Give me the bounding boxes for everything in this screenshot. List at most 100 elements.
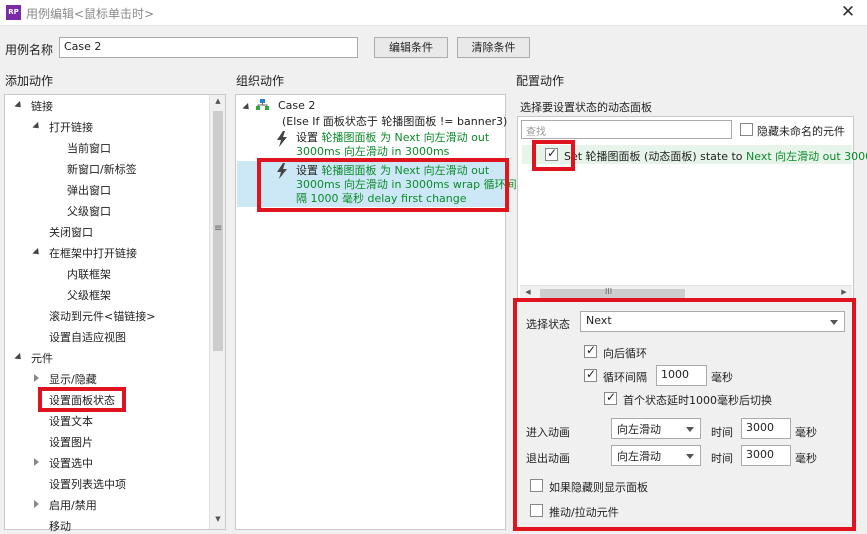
hide-unnamed-label: 隐藏未命名的元件 <box>757 125 845 138</box>
title-bar: RP 用例编辑<鼠标单击时> ✕ <box>0 0 867 26</box>
tree-item[interactable]: 设置面板状态 <box>49 392 115 408</box>
chevron-down-icon <box>686 427 694 432</box>
tree-item[interactable]: 内联框架 <box>67 266 111 282</box>
tree-item[interactable]: 弹出窗口 <box>67 182 111 198</box>
window-title: 用例编辑<鼠标单击时> <box>26 7 155 21</box>
show-if-hidden-checkbox[interactable] <box>530 479 543 492</box>
enter-time-label: 时间 <box>711 426 733 439</box>
tree-item[interactable]: 在框架中打开链接 <box>49 245 137 261</box>
add-actions-header: 添加动作 <box>5 74 54 88</box>
organize-actions-panel: Case 2 (Else If 面板状态于 轮播图面板 != banner3) … <box>235 94 517 530</box>
tree-item[interactable]: 元件 <box>31 350 53 366</box>
case-name-label: 用例名称 <box>5 43 54 57</box>
exit-time-input[interactable]: 3000 <box>741 445 791 466</box>
action-item-1-line-1: 轮播图面板 为 Next 向左滑动 out <box>321 131 490 144</box>
panel-search-input[interactable]: 查找 <box>521 120 732 139</box>
interval-unit: 毫秒 <box>711 371 733 384</box>
push-pull-label: 推动/拉动元件 <box>549 506 619 519</box>
tree-item[interactable]: 设置选中 <box>49 455 93 471</box>
exit-animation-dropdown[interactable]: 向左滑动 <box>611 445 701 466</box>
tree-expand-icon[interactable] <box>32 121 42 132</box>
enter-animation-dropdown[interactable]: 向左滑动 <box>611 418 701 439</box>
case-title[interactable]: Case 2 <box>278 99 315 112</box>
action-item-2-prefix: 设置 <box>296 164 322 177</box>
tree-collapse-icon[interactable] <box>34 374 39 382</box>
tree-item[interactable]: 显示/隐藏 <box>49 371 97 387</box>
scroll-grip-icon: ≡ <box>214 223 223 234</box>
app-logo-icon: RP <box>6 5 21 20</box>
panel-row-prefix: Set 轮播图面板 (动态面板) state to <box>564 150 747 163</box>
interval-input[interactable]: 1000 <box>656 365 707 386</box>
tree-item[interactable]: 设置列表选中项 <box>49 476 126 492</box>
tree-item[interactable]: 链接 <box>31 98 53 114</box>
tree-expand-icon[interactable] <box>32 247 42 258</box>
select-state-dropdown[interactable]: Next <box>580 311 845 332</box>
tree-item[interactable]: 滚动到元件<锚链接> <box>49 308 155 324</box>
enter-animation-value: 向左滑动 <box>617 423 661 436</box>
panel-row-checkbox[interactable] <box>545 146 558 161</box>
select-state-label: 选择状态 <box>526 318 570 331</box>
scroll-left-icon[interactable]: ◀ <box>522 288 534 296</box>
tree-item[interactable]: 设置图片 <box>49 434 93 450</box>
select-panel-subheader: 选择要设置状态的动态面板 <box>520 101 652 114</box>
select-state-value: Next <box>586 314 612 327</box>
tree-item[interactable]: 新窗口/新标签 <box>67 161 137 177</box>
hscroll-grip-icon: III <box>605 287 613 296</box>
exit-animation-value: 向左滑动 <box>617 450 661 463</box>
case-tree-icon <box>256 99 269 110</box>
show-if-hidden-label: 如果隐藏则显示面板 <box>549 481 648 494</box>
hide-unnamed-checkbox[interactable] <box>740 123 753 136</box>
exit-animation-label: 退出动画 <box>526 452 570 465</box>
scroll-up-icon[interactable]: ▲ <box>210 97 226 105</box>
edit-condition-button[interactable]: 编辑条件 <box>374 37 448 58</box>
tree-item[interactable]: 启用/禁用 <box>49 497 97 513</box>
enter-animation-label: 进入动画 <box>526 426 570 439</box>
tree-collapse-icon[interactable] <box>34 458 39 466</box>
action-item-1[interactable]: 设置 轮播图面板 为 Next 向左滑动 out 3000ms 向左滑动 in … <box>296 131 489 159</box>
interval-checkbox[interactable] <box>584 367 597 382</box>
case-expand-icon[interactable] <box>242 102 252 113</box>
scroll-right-icon[interactable]: ▶ <box>838 288 850 296</box>
chevron-down-icon <box>830 320 838 325</box>
tree-item[interactable]: 父级窗口 <box>67 203 111 219</box>
chevron-down-icon <box>686 454 694 459</box>
case-name-input[interactable]: Case 2 <box>59 37 358 58</box>
tree-item[interactable]: 关闭窗口 <box>49 224 93 240</box>
tree-item[interactable]: 当前窗口 <box>67 140 111 156</box>
highlight-state-settings <box>513 298 856 531</box>
action-bolt-icon-selected <box>277 163 287 179</box>
organize-actions-header: 组织动作 <box>236 74 285 88</box>
action-item-2[interactable]: 设置 轮播图面板 为 Next 向左滑动 out 3000ms 向左滑动 in … <box>296 164 517 206</box>
panel-list: 查找 隐藏未命名的元件 Set 轮播图面板 (动态面板) state to Ne… <box>517 116 867 302</box>
action-bolt-icon <box>277 131 287 147</box>
tree-item[interactable]: 设置文本 <box>49 413 93 429</box>
action-item-1-line-2: 3000ms 向左滑动 in 3000ms <box>296 145 450 158</box>
action-item-2-line-3: 隔 1000 毫秒 delay first change <box>296 192 467 205</box>
tree-item[interactable]: 父级框架 <box>67 287 111 303</box>
tree-expand-icon[interactable] <box>14 100 24 111</box>
clear-condition-button[interactable]: 清除条件 <box>457 37 530 58</box>
first-delay-checkbox[interactable] <box>604 390 617 405</box>
action-item-2-line-1: 轮播图面板 为 Next 向左滑动 out <box>321 164 490 177</box>
configure-actions-header: 配置动作 <box>516 74 565 88</box>
close-icon[interactable]: ✕ <box>836 1 860 23</box>
action-item-2-line-2: 3000ms 向左滑动 in 3000ms wrap 循环间 <box>296 178 517 191</box>
panel-row-state: Next 向左滑动 out 3000 <box>746 150 867 163</box>
wrap-checkbox[interactable] <box>584 343 597 358</box>
enter-time-unit: 毫秒 <box>795 426 817 439</box>
tree-item[interactable]: 移动 <box>49 518 71 534</box>
tree-expand-icon[interactable] <box>14 352 24 363</box>
add-actions-scrollbar[interactable]: ▲ ≡ ▼ <box>209 95 225 529</box>
tree-item[interactable]: 打开链接 <box>49 119 93 135</box>
tree-collapse-icon[interactable] <box>34 500 39 508</box>
panel-list-hscrollbar[interactable]: ◀ III ▶ <box>520 285 852 300</box>
case-condition: (Else If 面板状态于 轮播图面板 != banner3) <box>282 115 508 128</box>
scroll-down-icon[interactable]: ▼ <box>210 515 226 523</box>
panel-row-text: Set 轮播图面板 (动态面板) state to Next 向左滑动 out … <box>564 148 867 164</box>
push-pull-checkbox[interactable] <box>530 504 543 517</box>
enter-time-input[interactable]: 3000 <box>741 418 791 439</box>
first-delay-label: 首个状态延时1000毫秒后切换 <box>623 394 772 407</box>
tree-item[interactable]: 设置自适应视图 <box>49 329 126 345</box>
interval-label: 循环间隔 <box>603 371 647 384</box>
hscroll-thumb[interactable] <box>540 289 685 298</box>
